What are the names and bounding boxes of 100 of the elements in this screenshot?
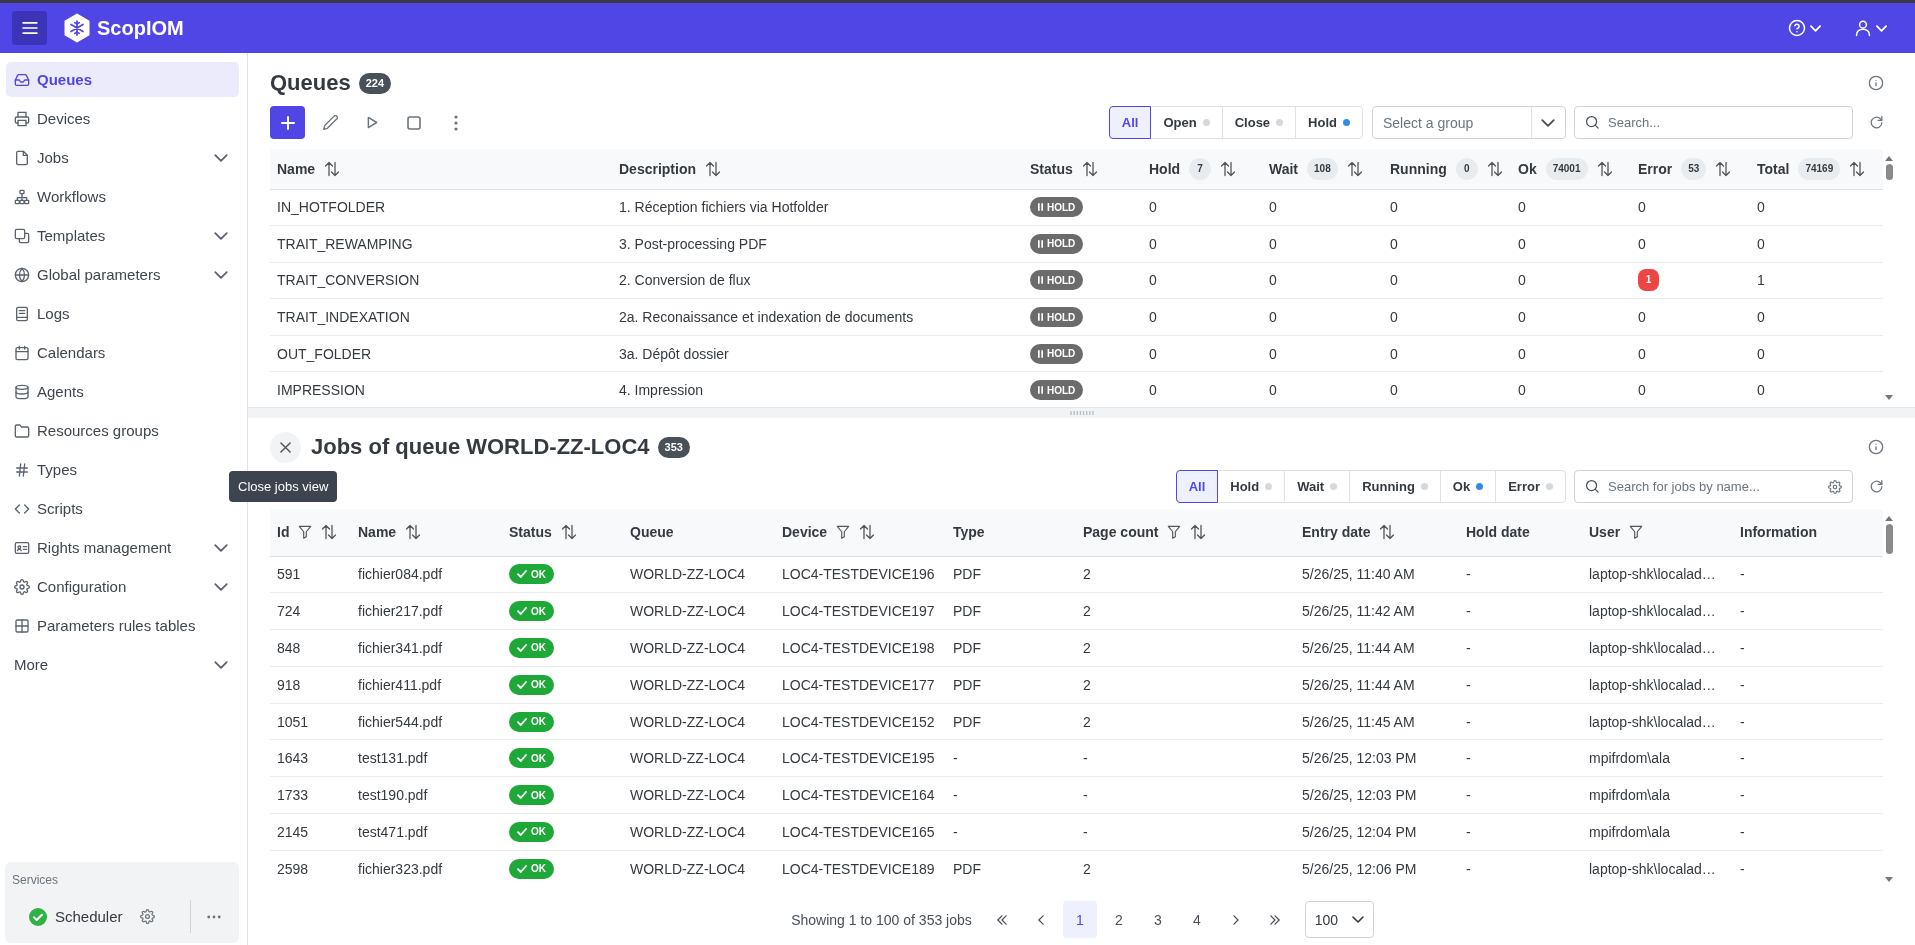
filter-icon[interactable]	[836, 525, 851, 540]
sidebar-item[interactable]: Logs	[6, 296, 239, 331]
file-icon	[14, 149, 30, 166]
search-icon	[1585, 115, 1600, 130]
column-title: User	[1589, 524, 1621, 541]
more-vertical-icon	[454, 114, 458, 131]
job-id: 1733	[277, 787, 309, 804]
filter-tab[interactable]: Running	[1349, 470, 1441, 503]
count-value: 0	[1149, 382, 1157, 399]
page-button[interactable]: 3	[1140, 901, 1175, 938]
gear-icon[interactable]	[1828, 479, 1842, 494]
sidebar-item[interactable]: Resources groups	[6, 413, 239, 448]
sort-icon[interactable]	[324, 160, 341, 177]
filter-tab[interactable]: All	[1108, 106, 1152, 139]
entry-date: 5/26/25, 11:40 AM	[1302, 566, 1415, 583]
file-type: PDF	[953, 566, 981, 583]
filter-tab[interactable]: Hold	[1217, 470, 1286, 503]
entry-date: 5/26/25, 12:04 PM	[1302, 823, 1417, 840]
filter-tab[interactable]: Error	[1495, 470, 1566, 503]
sort-icon[interactable]	[859, 524, 876, 541]
filter-tab[interactable]: All	[1175, 470, 1219, 503]
device-name: LOC4-TESTDEVICE189	[782, 860, 935, 877]
check-icon	[517, 864, 527, 873]
sort-icon[interactable]	[1849, 160, 1866, 177]
sidebar-item[interactable]: Agents	[6, 374, 239, 409]
sidebar-item[interactable]: Devices	[6, 101, 239, 136]
information-text: -	[1740, 787, 1745, 804]
queue-name: WORLD-ZZ-LOC4	[630, 713, 746, 730]
file-type: PDF	[953, 640, 981, 656]
hold-date: -	[1466, 566, 1471, 583]
scrollbar-thumb[interactable]	[1885, 164, 1893, 180]
sidebar-item[interactable]: Parameters rules tables	[6, 608, 239, 643]
search-field[interactable]: Search for jobs by name...	[1574, 470, 1853, 503]
sidebar-item[interactable]: Configuration	[6, 569, 239, 604]
plus-icon	[280, 115, 295, 130]
check-icon	[517, 680, 527, 689]
job-id: 848	[277, 640, 301, 656]
sidebar-item[interactable]: Global parameters	[6, 257, 239, 292]
add-button[interactable]	[270, 106, 305, 139]
sort-icon[interactable]	[1190, 524, 1207, 541]
page-count: 2	[1083, 676, 1091, 693]
column-title: Wait	[1269, 160, 1299, 177]
sort-icon[interactable]	[1081, 160, 1098, 177]
sidebar-item[interactable]: More	[6, 647, 239, 682]
sort-icon[interactable]	[1596, 160, 1613, 177]
hold-date: -	[1466, 603, 1471, 620]
settings-button[interactable]	[138, 907, 157, 926]
count-value: 0	[1149, 309, 1157, 326]
close-button[interactable]	[270, 431, 301, 463]
count-badge: 7	[1189, 157, 1212, 180]
hold-date: -	[1466, 676, 1471, 693]
sidebar-item[interactable]: Rights management	[6, 530, 239, 565]
hash-icon	[14, 461, 30, 478]
sort-icon[interactable]	[705, 160, 721, 177]
status-label: OK	[531, 679, 546, 691]
filter-icon[interactable]	[1167, 525, 1182, 540]
gear-icon	[14, 578, 30, 595]
column-title: Device	[782, 524, 828, 541]
sidebar-item[interactable]: Calendars	[6, 335, 239, 370]
sort-icon[interactable]	[1715, 160, 1732, 177]
queue-name: WORLD-ZZ-LOC4	[630, 750, 746, 767]
sidebar-item[interactable]: Workflows	[6, 179, 239, 214]
status-label: HOLD	[1047, 201, 1076, 213]
sort-icon[interactable]	[1486, 160, 1503, 177]
scrollbar-thumb[interactable]	[1885, 524, 1893, 554]
filter-tab[interactable]: Open	[1150, 106, 1223, 139]
queue-name: OUT_FOLDER	[277, 345, 372, 362]
page-button[interactable]: 2	[1101, 901, 1136, 938]
queue-name: WORLD-ZZ-LOC4	[630, 787, 746, 804]
filter-icon[interactable]	[298, 525, 313, 540]
sort-icon[interactable]	[1379, 524, 1396, 541]
sidebar-item[interactable]: Jobs	[6, 140, 239, 175]
sort-icon[interactable]	[1220, 160, 1237, 177]
filter-tab[interactable]: Close	[1221, 106, 1297, 139]
page-button[interactable]: 4	[1179, 901, 1214, 938]
description-text: 4. Impression	[619, 382, 704, 399]
status-label: HOLD	[1047, 275, 1076, 286]
page-size-select[interactable]: 100	[1304, 901, 1374, 938]
sort-icon[interactable]	[560, 524, 577, 541]
file-name: test131.pdf	[358, 750, 428, 767]
sort-icon[interactable]	[1346, 160, 1363, 177]
info-icon[interactable]	[1868, 75, 1884, 91]
queue-name: TRAIT_REWAMPING	[277, 235, 413, 252]
info-icon[interactable]	[1868, 439, 1884, 455]
menu-button[interactable]	[12, 11, 47, 45]
page-count: 2	[1083, 566, 1091, 583]
search-field[interactable]: Search...	[1574, 106, 1853, 139]
sort-icon[interactable]	[405, 524, 422, 541]
filter-tab[interactable]: Ok	[1439, 470, 1497, 503]
filter-tab[interactable]: Hold	[1295, 106, 1363, 139]
entry-date: 5/26/25, 12:06 PM	[1302, 860, 1417, 877]
sort-icon[interactable]	[321, 524, 338, 541]
hold-date: -	[1466, 787, 1471, 804]
sidebar-item[interactable]: Templates	[6, 218, 239, 253]
sidebar-item[interactable]: Queues	[6, 62, 239, 97]
page-button[interactable]: 1	[1062, 901, 1097, 938]
count-value: 0	[1757, 345, 1765, 362]
filter-icon[interactable]	[1629, 525, 1644, 540]
filter-tab[interactable]: Wait	[1284, 470, 1351, 503]
group-select[interactable]: Select a group	[1372, 106, 1566, 139]
